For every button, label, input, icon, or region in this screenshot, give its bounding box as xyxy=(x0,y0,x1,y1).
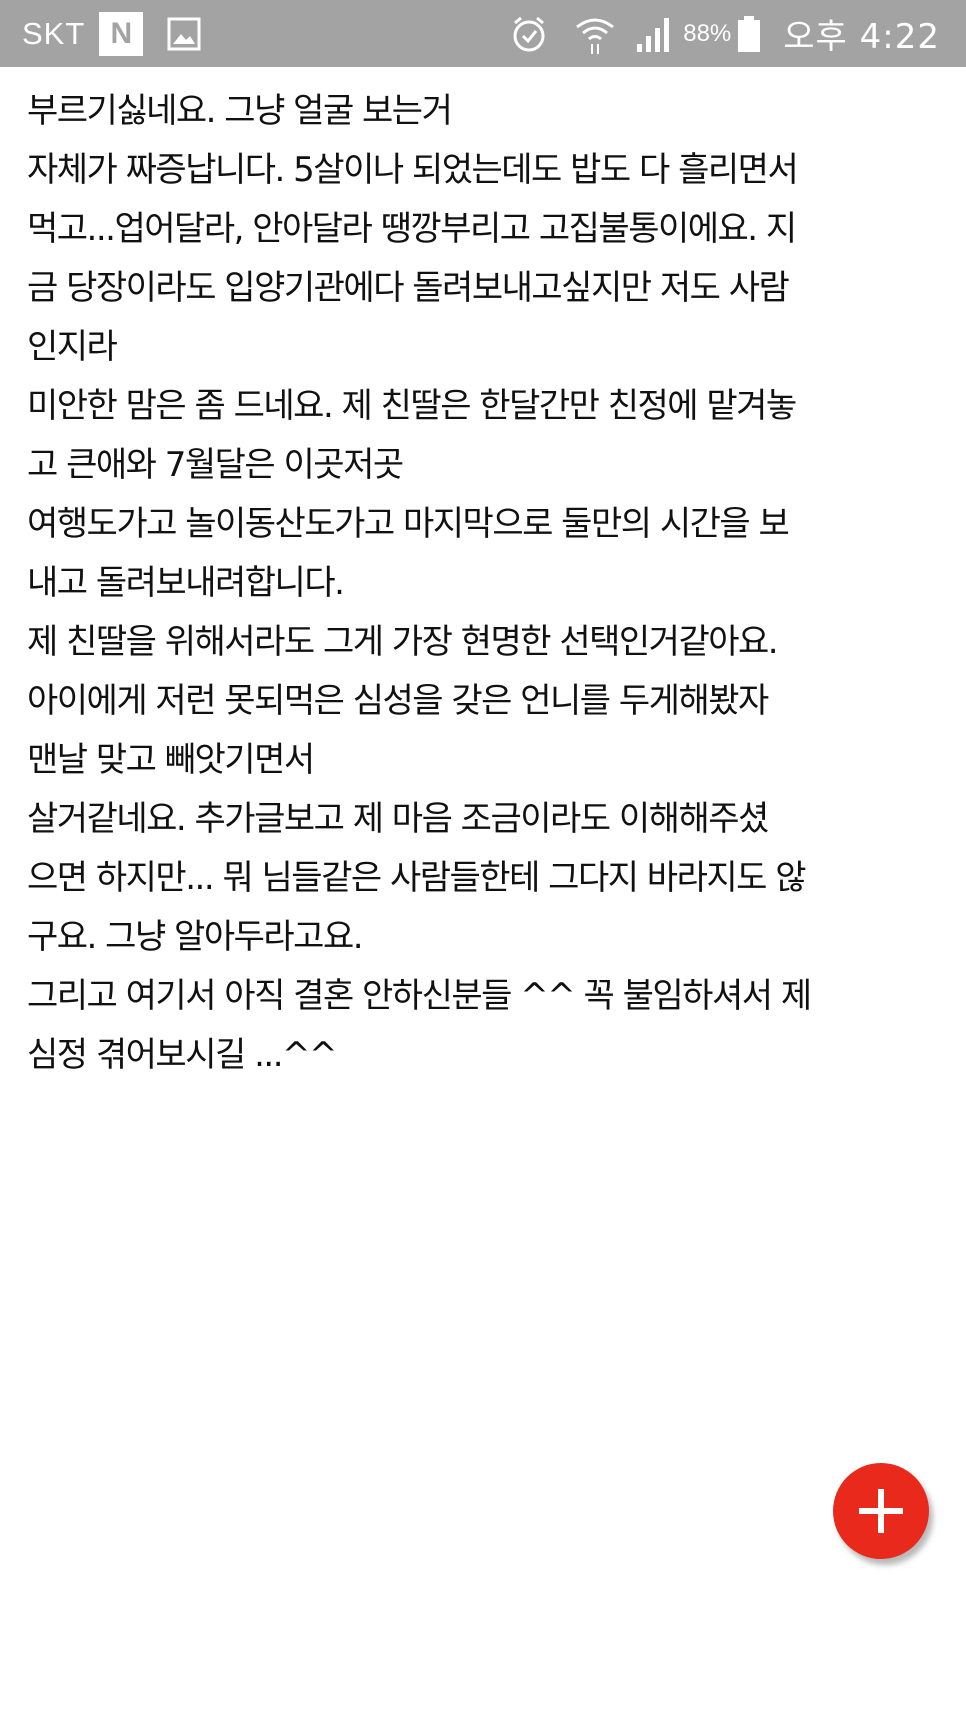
clock: 오후 4:22 xyxy=(783,17,940,57)
post-line: 먹고...업어달라, 안아달라 땡깡부리고 고집불통이에요. 지 xyxy=(27,209,797,249)
alarm-icon xyxy=(513,16,545,51)
post-line: 심정 겪어보시길 ...^^ xyxy=(27,1035,337,1075)
post-line: 부르기싫네요. 그냥 얼굴 보는거 xyxy=(27,91,453,131)
n-app-icon: N xyxy=(99,11,144,56)
post-body: 부르기싫네요. 그냥 얼굴 보는거 자체가 짜증납니다. 5살이나 되었는데도 … xyxy=(27,82,952,1085)
post-line: 제 친딸을 위해서라도 그게 가장 현명한 선택인거같아요. xyxy=(27,622,779,662)
gallery-icon xyxy=(167,17,201,50)
status-bar-right: 88% 오후 4:22 xyxy=(509,0,940,67)
battery-percent: 88% xyxy=(683,19,732,47)
post-line: 여행도가고 놀이동산도가고 마지막으로 둘만의 시간을 보 xyxy=(27,504,790,544)
post-line: 구요. 그냥 알아두라고요. xyxy=(27,917,364,957)
post-line: 미안한 맘은 좀 드네요. 제 친딸은 한달간만 친정에 맡겨놓 xyxy=(27,386,797,426)
post-line: 인지라 xyxy=(27,327,118,367)
post-line: 고 큰애와 7월달은 이곳저곳 xyxy=(27,445,404,485)
post-line: 아이에게 저런 못되먹은 심성을 갖은 언니를 두게해봤자 xyxy=(27,681,769,721)
post-line: 살거같네요. 추가글보고 제 마음 조금이라도 이해해주셨 xyxy=(27,799,769,839)
post-line: 그리고 여기서 아직 결혼 안하신분들 ^^ 꼭 불임하셔서 제 xyxy=(27,976,812,1016)
add-button[interactable] xyxy=(833,1463,929,1559)
wifi-icon xyxy=(576,18,615,54)
status-bar-left: SKT N xyxy=(22,0,201,67)
post-line: 내고 돌려보내려합니다. xyxy=(27,563,345,603)
signal-icon xyxy=(637,17,670,52)
post-line: 맨날 맞고 빼앗기면서 xyxy=(27,740,315,780)
post-line: 금 당장이라도 입양기관에다 돌려보내고싶지만 저도 사람 xyxy=(27,268,790,308)
post-line: 으면 하지만... 뭐 님들같은 사람들한테 그다지 바라지도 않 xyxy=(27,858,807,898)
carrier-label: SKT xyxy=(22,15,86,51)
battery-icon xyxy=(738,15,761,52)
status-bar: SKT N 88% 오후 4:22 xyxy=(0,0,966,67)
post-line: 자체가 짜증납니다. 5살이나 되었는데도 밥도 다 흘리면서 xyxy=(27,150,799,190)
